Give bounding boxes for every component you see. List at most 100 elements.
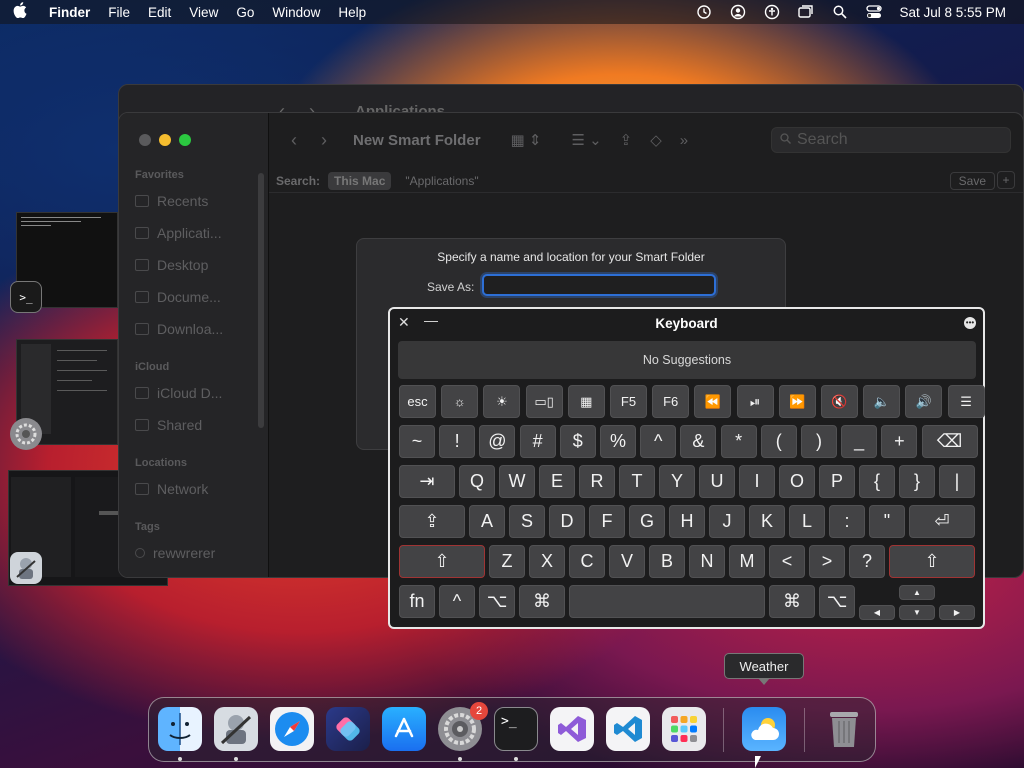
dock-trash-icon[interactable]: [822, 707, 866, 751]
tab-key[interactable]: ⇥: [399, 465, 455, 498]
key[interactable]: |: [939, 465, 975, 498]
key[interactable]: :: [829, 505, 865, 538]
delete-key[interactable]: ⌫: [921, 425, 978, 458]
key[interactable]: Q: [459, 465, 495, 498]
key[interactable]: G: [629, 505, 665, 538]
sidebar-item-tag[interactable]: rewwrerer: [135, 545, 215, 561]
menu-help[interactable]: Help: [329, 5, 375, 20]
key[interactable]: ?: [849, 545, 885, 578]
key[interactable]: S: [509, 505, 545, 538]
sidebar-item-icloud-drive[interactable]: iCloud D...: [135, 385, 222, 401]
sidebar-item-shared[interactable]: Shared: [135, 417, 202, 433]
key[interactable]: @: [479, 425, 516, 458]
dock-launchpad-icon[interactable]: [662, 707, 706, 751]
key[interactable]: W: [499, 465, 535, 498]
key[interactable]: B: [649, 545, 685, 578]
dock-weather-icon[interactable]: [742, 707, 786, 751]
function-key[interactable]: 🔈: [863, 385, 901, 418]
key[interactable]: ): [801, 425, 837, 458]
menu-app-name[interactable]: Finder: [40, 5, 99, 20]
key[interactable]: *: [720, 425, 757, 458]
menu-view[interactable]: View: [180, 5, 227, 20]
key[interactable]: I: [739, 465, 775, 498]
time-machine-icon[interactable]: [687, 0, 721, 24]
command-key[interactable]: ⌘: [519, 585, 565, 618]
sidebar-item-documents[interactable]: Docume...: [135, 289, 221, 305]
arrow-up-key[interactable]: ▲: [899, 585, 935, 600]
dock-vscode-icon[interactable]: [606, 707, 650, 751]
space-key[interactable]: [569, 585, 765, 618]
function-key[interactable]: 🔊: [905, 385, 943, 418]
menu-clock[interactable]: Sat Jul 8 5:55 PM: [891, 5, 1024, 20]
back-chevron-icon[interactable]: ‹: [291, 130, 297, 151]
control-key[interactable]: ^: [439, 585, 475, 618]
apple-menu-icon[interactable]: [0, 2, 40, 22]
function-key[interactable]: F5: [610, 385, 647, 418]
menu-window[interactable]: Window: [263, 5, 329, 20]
function-key[interactable]: 🔇: [821, 385, 858, 418]
option-key[interactable]: ⌥: [479, 585, 515, 618]
function-key[interactable]: esc: [399, 385, 436, 418]
sidebar-item-downloads[interactable]: Downloa...: [135, 321, 223, 337]
key[interactable]: P: [819, 465, 855, 498]
key[interactable]: }: [899, 465, 935, 498]
key[interactable]: ~: [399, 425, 435, 458]
arrow-left-key[interactable]: ◀: [859, 605, 895, 620]
more-chevron-icon[interactable]: »: [680, 132, 688, 149]
key[interactable]: >: [809, 545, 845, 578]
key[interactable]: !: [439, 425, 476, 458]
key[interactable]: Z: [489, 545, 525, 578]
arrow-down-key[interactable]: ▼: [899, 605, 935, 620]
key[interactable]: R: [579, 465, 615, 498]
minimize-button[interactable]: [159, 134, 171, 146]
close-icon[interactable]: ✕: [398, 314, 410, 331]
menu-go[interactable]: Go: [227, 5, 263, 20]
dock-terminal-icon[interactable]: >_: [494, 707, 538, 751]
dock-shortcuts-icon[interactable]: [326, 707, 370, 751]
function-key[interactable]: ▦: [567, 385, 605, 418]
option-key[interactable]: ⌥: [819, 585, 855, 618]
shift-key[interactable]: ⇧: [399, 545, 485, 578]
key[interactable]: +: [881, 425, 918, 458]
shift-key[interactable]: ⇧: [889, 545, 975, 578]
add-criteria-button[interactable]: +: [997, 171, 1015, 189]
function-key[interactable]: ☀: [483, 385, 521, 418]
close-button[interactable]: [139, 134, 151, 146]
key[interactable]: D: [549, 505, 585, 538]
view-grid-icon[interactable]: ▦ ⇕: [511, 131, 542, 149]
sidebar-item-applications[interactable]: Applicati...: [135, 225, 222, 241]
function-key[interactable]: ☼: [441, 385, 479, 418]
key[interactable]: J: [709, 505, 745, 538]
tag-icon[interactable]: ◇: [650, 131, 662, 149]
scope-this-mac[interactable]: This Mac: [328, 171, 392, 190]
terminal-app-icon[interactable]: >_: [10, 281, 42, 313]
group-icon[interactable]: ☰ ⌄: [571, 131, 601, 149]
function-key[interactable]: ☰: [947, 385, 985, 418]
key[interactable]: V: [609, 545, 645, 578]
caps-lock-key[interactable]: ⇪: [399, 505, 465, 538]
key[interactable]: %: [600, 425, 636, 458]
function-key[interactable]: ⏪: [694, 385, 732, 418]
key[interactable]: X: [529, 545, 565, 578]
sidebar-item-desktop[interactable]: Desktop: [135, 257, 208, 273]
return-key[interactable]: ⏎: [909, 505, 975, 538]
user-icon[interactable]: [721, 0, 755, 24]
automator-app-icon[interactable]: [10, 552, 42, 584]
key[interactable]: {: [859, 465, 895, 498]
arrow-right-key[interactable]: ▶: [939, 605, 975, 620]
function-key[interactable]: ⏯: [736, 385, 774, 418]
save-as-input[interactable]: [482, 274, 716, 296]
key[interactable]: &: [680, 425, 717, 458]
key[interactable]: C: [569, 545, 605, 578]
key[interactable]: K: [749, 505, 785, 538]
function-key[interactable]: ▭▯: [525, 385, 563, 418]
dock-system-settings-icon[interactable]: 2: [438, 702, 488, 751]
search-field[interactable]: Search: [771, 127, 1011, 153]
key[interactable]: T: [619, 465, 655, 498]
key[interactable]: <: [769, 545, 805, 578]
screen-mirroring-icon[interactable]: [789, 0, 823, 24]
control-center-icon[interactable]: [857, 0, 891, 24]
key[interactable]: U: [699, 465, 735, 498]
function-key[interactable]: ⏩: [778, 385, 816, 418]
function-key[interactable]: F6: [652, 385, 690, 418]
